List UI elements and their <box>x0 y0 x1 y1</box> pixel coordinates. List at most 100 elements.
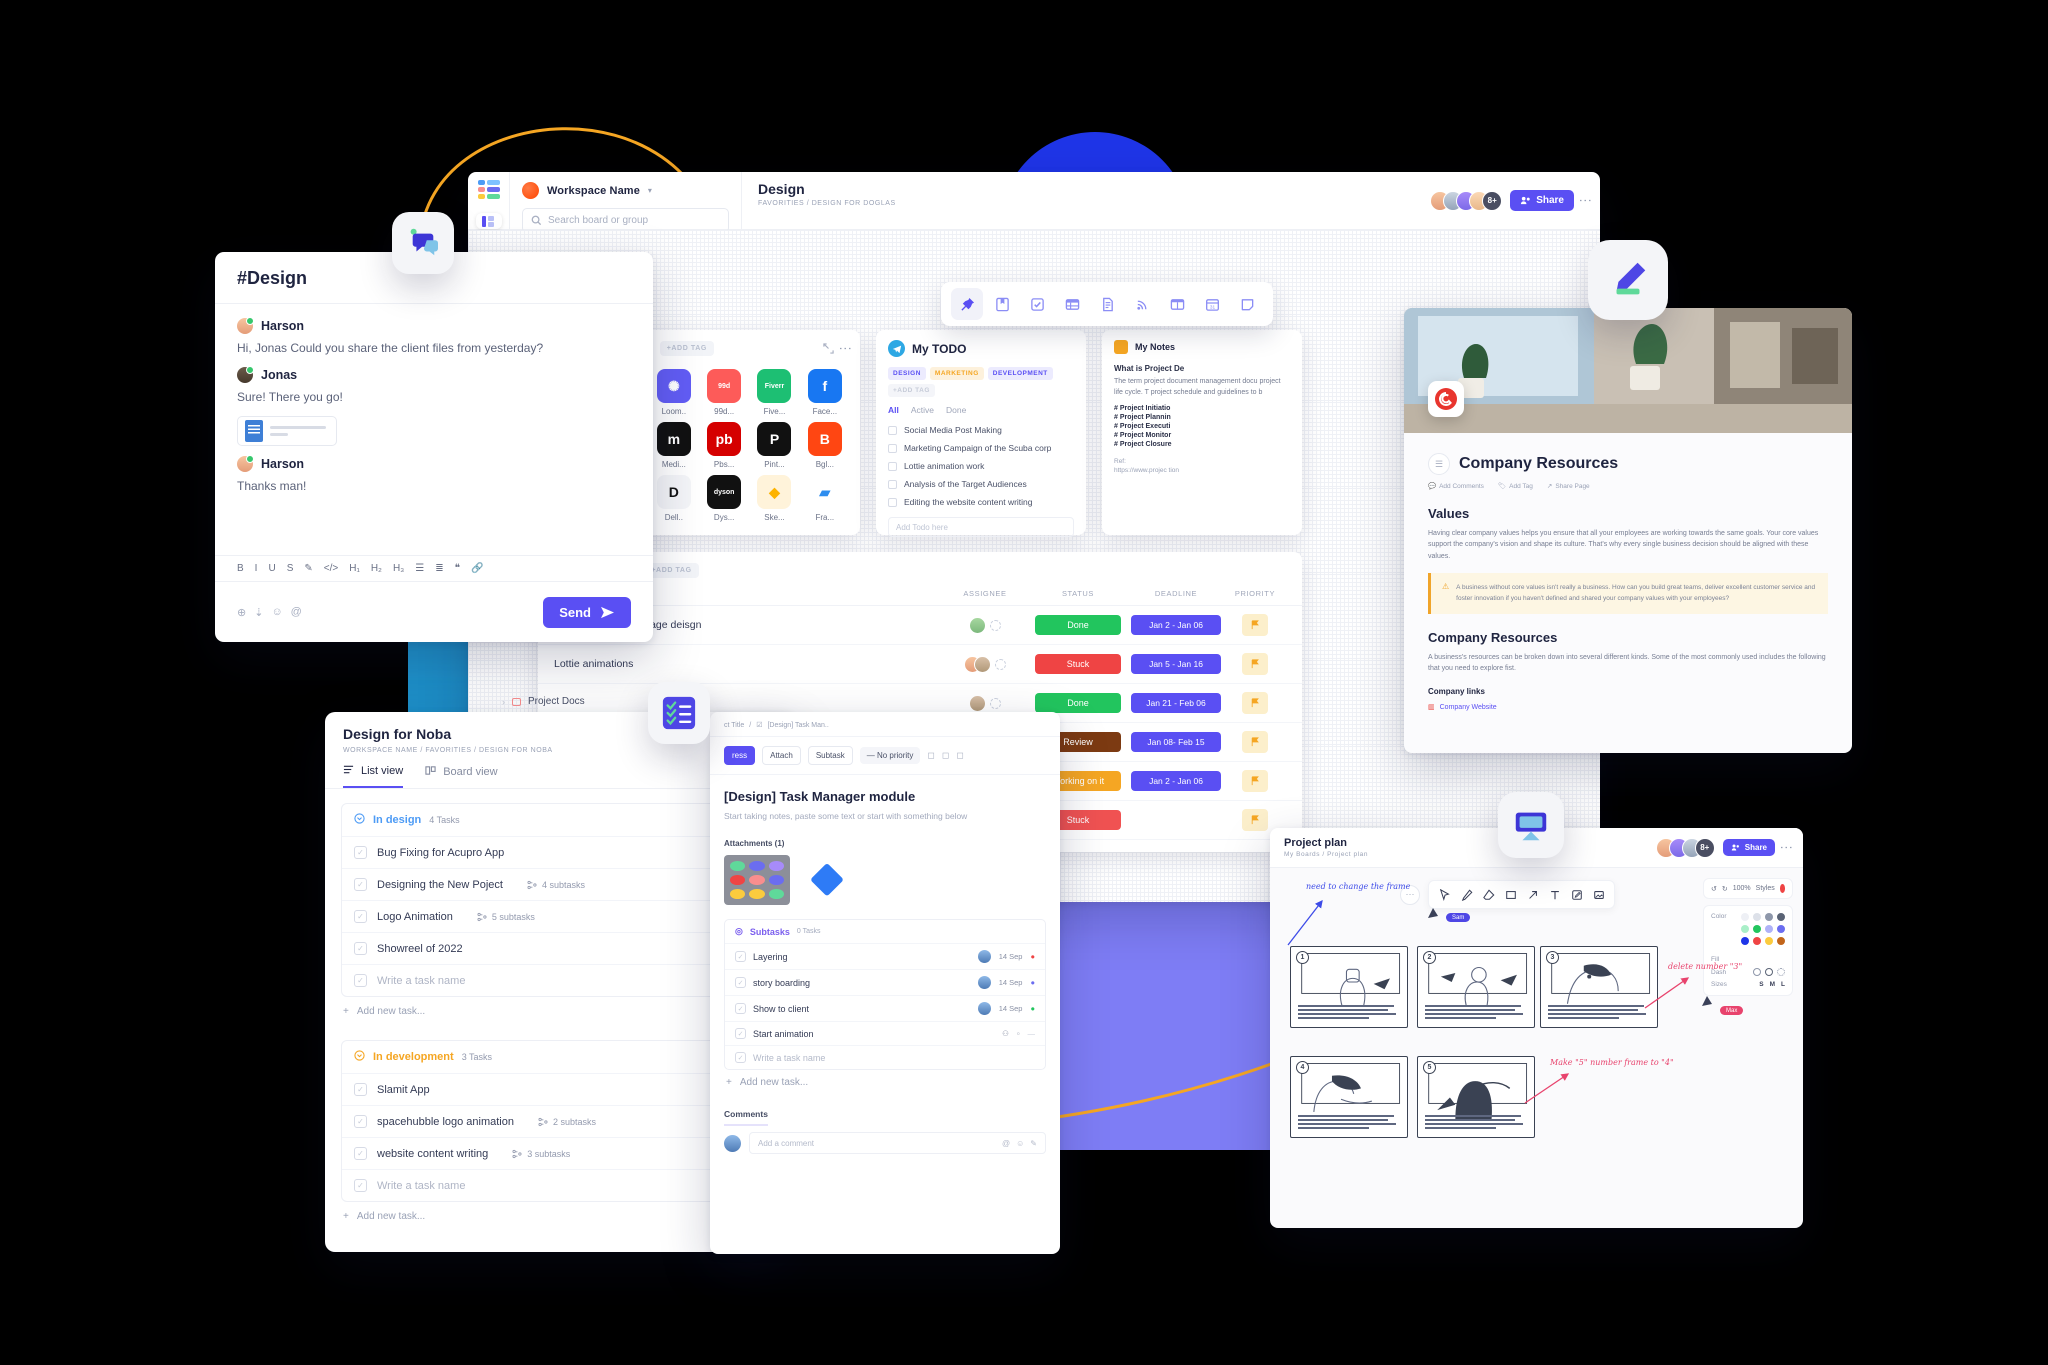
format-tool[interactable]: H₂ <box>371 563 382 574</box>
todo-tag[interactable]: DESIGN <box>888 367 926 380</box>
attach-icon[interactable]: ✎ <box>1030 1139 1037 1148</box>
todo-tag[interactable]: MARKETING <box>929 367 984 380</box>
doc-action-add-comments[interactable]: 💬 Add Comments <box>1428 482 1484 491</box>
collapse-icon[interactable] <box>354 813 365 827</box>
member-avatars[interactable]: 8+ <box>1430 190 1503 211</box>
todo-input[interactable]: Add Todo here <box>888 517 1074 537</box>
dash-bold-option[interactable] <box>1765 968 1773 976</box>
dash-solid-option[interactable] <box>1753 968 1761 976</box>
todo-filter-all[interactable]: All <box>888 405 899 415</box>
format-tool[interactable]: ☰ <box>415 563 424 574</box>
rio-deadline-cell[interactable]: Jan 2 - Jan 06 <box>1128 615 1224 635</box>
format-tool[interactable]: S <box>287 563 294 574</box>
mention-icon[interactable]: @ <box>291 606 302 619</box>
tasks-app-icon[interactable] <box>648 682 710 744</box>
layout-icon[interactable] <box>1161 288 1193 320</box>
task-checkbox[interactable]: ✓ <box>354 878 367 891</box>
whiteboard-app-icon[interactable] <box>1498 792 1564 858</box>
add-assignee-button[interactable] <box>990 619 1001 631</box>
rss-icon[interactable] <box>1126 288 1158 320</box>
toc-icon[interactable]: ☰ <box>1428 453 1450 475</box>
document-icon[interactable] <box>1091 288 1123 320</box>
task-checkbox[interactable]: ✓ <box>354 1179 367 1192</box>
color-swatch[interactable] <box>1741 925 1749 933</box>
emoji-icon[interactable]: ☺ <box>271 606 282 619</box>
zoom-level[interactable]: 100% <box>1733 885 1751 892</box>
upload-icon[interactable]: ⇣ <box>254 606 263 619</box>
subtask-priority-icon[interactable]: ● <box>1030 978 1035 987</box>
color-swatch[interactable] <box>1765 913 1773 921</box>
bookmark-item[interactable]: pb Pbs... <box>701 422 747 469</box>
color-swatch[interactable] <box>1777 925 1785 933</box>
task-checkbox[interactable]: ✓ <box>354 974 367 987</box>
mention-icon[interactable]: @ <box>1002 1139 1010 1148</box>
assignee-icon[interactable]: ◻ <box>927 750 934 761</box>
format-tool[interactable]: ✎ <box>304 563 312 574</box>
format-tool[interactable]: U <box>268 563 275 574</box>
todo-filter-done[interactable]: Done <box>946 405 966 415</box>
task-editor-placeholder[interactable]: Start taking notes, paste some text or s… <box>724 811 1046 821</box>
todo-checkbox[interactable] <box>888 461 897 471</box>
task-action-attach[interactable]: Attach <box>762 746 801 765</box>
bookmark-icon[interactable] <box>986 288 1018 320</box>
bookmark-item[interactable]: Fiverr Five... <box>751 369 797 416</box>
subtask-placeholder-row[interactable]: ✓ Write a task name <box>725 1045 1045 1069</box>
pen-icon[interactable] <box>1457 885 1476 904</box>
rio-deadline-cell[interactable]: Jan 2 - Jan 06 <box>1128 771 1224 791</box>
eraser-icon[interactable] <box>1479 885 1498 904</box>
add-assignee-button[interactable] <box>995 658 1006 670</box>
current-color-swatch[interactable] <box>1779 884 1785 893</box>
sticky-note-icon[interactable] <box>1231 288 1263 320</box>
task-checkbox[interactable]: ✓ <box>354 910 367 923</box>
chat-attachment[interactable] <box>237 415 337 446</box>
todo-filter-active[interactable]: Active <box>911 405 934 415</box>
rio-deadline-cell[interactable]: Jan 21 - Feb 06 <box>1128 693 1224 713</box>
bookmark-item[interactable]: ◆ Ske... <box>751 475 797 522</box>
whiteboard-more-icon[interactable]: ⋮ <box>1779 841 1794 854</box>
bookmark-item[interactable]: m Medi... <box>651 422 697 469</box>
bookmark-item[interactable]: ✺ Loom.. <box>651 369 697 416</box>
storyboard-frame[interactable]: 4 <box>1290 1056 1408 1138</box>
rio-assignees[interactable] <box>942 655 1028 673</box>
format-tool[interactable]: 🔗 <box>471 563 483 574</box>
todo-checkbox[interactable] <box>888 479 897 489</box>
send-button[interactable]: Send <box>543 596 631 628</box>
rio-status-cell[interactable]: Stuck <box>1028 654 1128 674</box>
todo-checkbox[interactable] <box>888 443 897 453</box>
rio-status-cell[interactable]: Done <box>1028 693 1128 713</box>
color-swatch[interactable] <box>1765 937 1773 945</box>
todo-item[interactable]: Marketing Campaign of the Scuba corp <box>876 439 1086 457</box>
bookmark-item[interactable]: 99d 99d... <box>701 369 747 416</box>
format-tool[interactable]: I <box>255 563 258 574</box>
subtask-checkbox[interactable]: ✓ <box>735 951 746 962</box>
color-swatch[interactable] <box>1741 913 1749 921</box>
rio-assignees[interactable] <box>942 616 1028 634</box>
subtask-row[interactable]: ✓ story boarding 14 Sep ● <box>725 969 1045 995</box>
image-icon[interactable] <box>1589 885 1608 904</box>
comment-input[interactable]: Add a comment @ ☺ ✎ <box>749 1132 1046 1154</box>
collapse-icon[interactable] <box>354 1050 365 1064</box>
bookmark-item[interactable]: D Dell.. <box>651 475 697 522</box>
rio-priority-cell[interactable] <box>1224 692 1286 714</box>
rio-priority-cell[interactable] <box>1224 731 1286 753</box>
whiteboard-canvas[interactable]: ⋯ ↺ ↻ 100% Styles Color Fill Dash Sizes … <box>1270 868 1803 1228</box>
task-action-ress[interactable]: ress <box>724 746 756 765</box>
whiteboard-member-avatars[interactable]: 8+ <box>1655 837 1715 858</box>
bookmark-item[interactable]: ▰ Fra... <box>802 475 848 522</box>
todo-item[interactable]: Analysis of the Target Audiences <box>876 475 1086 493</box>
format-tool[interactable]: </> <box>324 563 338 574</box>
editor-app-icon[interactable] <box>1588 240 1668 320</box>
tab-list-view[interactable]: List view <box>343 764 404 788</box>
subtask-row[interactable]: ✓ Layering 14 Sep ● <box>725 943 1045 969</box>
format-tool[interactable]: ❝ <box>455 563 460 574</box>
text-icon[interactable] <box>1545 885 1564 904</box>
subtask-checkbox[interactable]: ✓ <box>735 1052 746 1063</box>
task-action-no-priority[interactable]: — No priority <box>859 747 921 764</box>
styles-label[interactable]: Styles <box>1756 885 1775 892</box>
subtask-row[interactable]: ✓ Start animation ⚇ ▫ — <box>725 1021 1045 1045</box>
pin-icon[interactable] <box>951 288 983 320</box>
storyboard-frame[interactable]: 1 <box>1290 946 1408 1028</box>
task-checkbox[interactable]: ✓ <box>354 942 367 955</box>
todo-checkbox[interactable] <box>888 497 897 507</box>
date-icon[interactable]: ◻ <box>942 750 949 761</box>
